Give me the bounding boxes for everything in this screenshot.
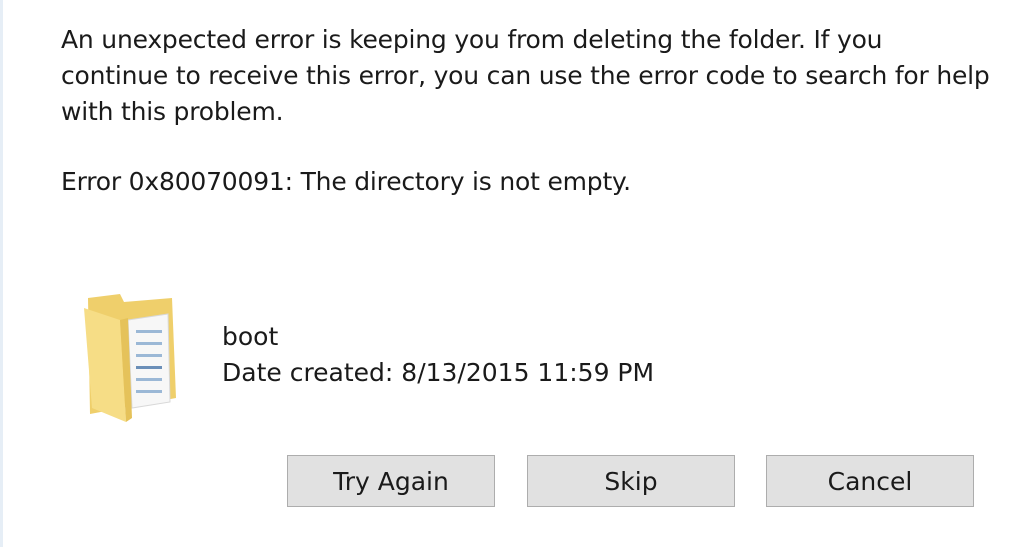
- skip-button[interactable]: Skip: [527, 455, 735, 507]
- error-dialog: An unexpected error is keeping you from …: [0, 0, 1024, 547]
- error-message: An unexpected error is keeping you from …: [61, 25, 990, 126]
- folder-icon: [80, 290, 190, 425]
- window-edge: [0, 0, 3, 547]
- cancel-button[interactable]: Cancel: [766, 455, 974, 507]
- folder-date-created: Date created: 8/13/2015 11:59 PM: [222, 358, 655, 387]
- error-code-text: Error 0x80070091: The directory is not e…: [61, 167, 631, 196]
- folder-name: boot: [222, 322, 279, 351]
- try-again-button[interactable]: Try Again: [287, 455, 495, 507]
